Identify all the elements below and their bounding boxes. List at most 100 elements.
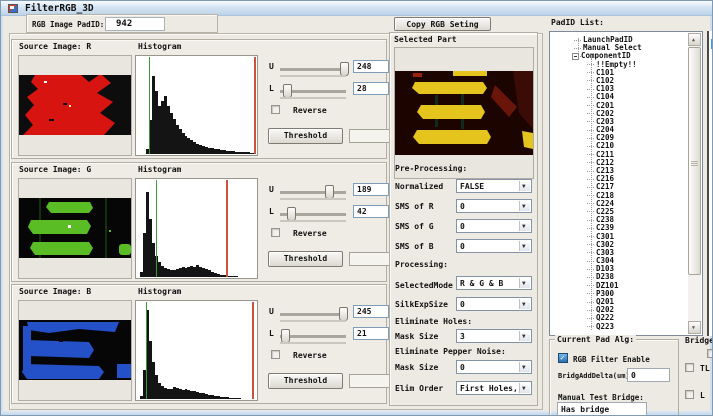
scrollbar-thumb[interactable] (688, 47, 701, 275)
tree-item[interactable]: C101 (550, 69, 687, 77)
scroll-down-icon[interactable] (688, 321, 701, 334)
tree-item[interactable]: C201 (550, 102, 687, 110)
source-image-r (18, 55, 132, 156)
tree-item[interactable]: C218 (550, 192, 687, 200)
selected-mode-dropdown[interactable]: R & G & B (456, 276, 532, 290)
bridge-add-delta-field[interactable]: 0 (627, 368, 670, 382)
pad-id-panel: RGB Image PadID: 942 (26, 14, 218, 33)
tree-item[interactable]: C209 (550, 134, 687, 142)
tree-item[interactable]: D103 (550, 265, 687, 273)
threshold-button[interactable]: Threshold (268, 128, 343, 144)
tree-item[interactable]: P300 (550, 290, 687, 298)
mask-size-holes-dropdown[interactable]: 3 (456, 329, 532, 343)
pad-id-value-field[interactable]: 942 (105, 17, 165, 31)
reverse-checkbox[interactable] (271, 228, 280, 237)
bridge-checkbox[interactable] (707, 349, 713, 358)
chevron-down-icon[interactable] (519, 181, 530, 191)
u-slider[interactable] (280, 68, 346, 71)
tree-item[interactable]: C103 (550, 85, 687, 93)
u-slider[interactable] (280, 313, 346, 316)
selected-part-label: Selected Part (394, 35, 457, 44)
u-slider-thumb[interactable] (325, 185, 334, 199)
chevron-down-icon[interactable] (519, 383, 530, 393)
chevron-down-icon[interactable] (519, 201, 530, 211)
l-slider[interactable] (280, 90, 346, 93)
l-slider-thumb[interactable] (281, 329, 290, 343)
l-slider[interactable] (280, 335, 346, 338)
sms-of-g-dropdown[interactable]: 0 (456, 219, 532, 233)
tree-item[interactable]: C202 (550, 110, 687, 118)
tree-item[interactable]: Q222 (550, 314, 687, 322)
rgb-filter-enable-checkbox[interactable] (558, 353, 568, 363)
tree-item[interactable]: C304 (550, 257, 687, 265)
tree-scrollbar[interactable] (688, 33, 701, 334)
tree-item[interactable]: C211 (550, 151, 687, 159)
normalized-value: FALSE (460, 182, 484, 191)
eliminate-pepper-title: Eliminate Pepper Noise: (395, 347, 506, 356)
u-label: U (269, 62, 274, 71)
tree-item[interactable]: !!Empty!! (550, 61, 687, 69)
mask-size-pepper-dropdown[interactable]: 0 (456, 360, 532, 374)
threshold-button[interactable]: Threshold (268, 373, 343, 389)
histogram-g (135, 178, 258, 279)
tree-item[interactable]: Q223 (550, 323, 687, 331)
tree-item[interactable]: C104 (550, 93, 687, 101)
u-label: U (269, 185, 274, 194)
u-value-field[interactable]: 248 (353, 60, 389, 73)
u-value-field[interactable]: 245 (353, 305, 389, 318)
l-slider-thumb[interactable] (283, 84, 292, 98)
tree-item[interactable]: C102 (550, 77, 687, 85)
l-value-field[interactable]: 21 (353, 327, 389, 340)
chevron-down-icon[interactable] (519, 331, 530, 341)
tl-checkbox[interactable] (685, 363, 694, 372)
tree-item[interactable]: C238 (550, 216, 687, 224)
threshold-button[interactable]: Threshold (268, 251, 343, 267)
l-slider[interactable] (280, 213, 346, 216)
tree-item[interactable]: C203 (550, 118, 687, 126)
l-value-field[interactable]: 28 (353, 82, 389, 95)
normalized-dropdown[interactable]: FALSE (456, 179, 532, 193)
tree-item[interactable]: C224 (550, 200, 687, 208)
channel-panel-g: Source Image: G Histogram U 189 (11, 162, 387, 282)
chevron-down-icon[interactable] (519, 278, 530, 288)
elim-order-dropdown[interactable]: First Holes, (456, 381, 532, 395)
tree-item[interactable]: C213 (550, 167, 687, 175)
l-value-field[interactable]: 42 (353, 205, 389, 218)
reverse-checkbox[interactable] (271, 350, 280, 359)
l-checkbox[interactable] (685, 390, 694, 399)
pad-id-tree[interactable]: LaunchPadIDManual SelectComponentID!!Emp… (549, 31, 703, 336)
tree-item[interactable]: C212 (550, 159, 687, 167)
tree-item[interactable]: C225 (550, 208, 687, 216)
sms-of-r-dropdown[interactable]: 0 (456, 199, 532, 213)
chevron-down-icon[interactable] (519, 221, 530, 231)
tree-item[interactable]: C217 (550, 183, 687, 191)
channel-panel-r: Source Image: R Histogram U 248 L (11, 39, 387, 159)
reverse-label: Reverse (293, 229, 327, 238)
tree-item[interactable]: Q201 (550, 298, 687, 306)
tree-item[interactable]: C210 (550, 142, 687, 150)
scroll-up-icon[interactable] (688, 33, 701, 46)
tree-item[interactable]: DZ101 (550, 282, 687, 290)
chevron-down-icon[interactable] (519, 241, 530, 251)
tree-item[interactable]: C239 (550, 224, 687, 232)
collapse-icon[interactable] (572, 53, 579, 60)
tree-item[interactable]: C301 (550, 233, 687, 241)
l-slider-thumb[interactable] (287, 207, 296, 221)
silk-exp-size-dropdown[interactable]: 0 (456, 297, 532, 311)
tree-item[interactable]: C216 (550, 175, 687, 183)
tree-item[interactable]: C303 (550, 249, 687, 257)
tree-item[interactable]: C204 (550, 126, 687, 134)
u-slider[interactable] (280, 191, 346, 194)
copy-rgb-setting-button[interactable]: Copy RGB Seting (394, 17, 491, 31)
tree-item[interactable]: Q202 (550, 306, 687, 314)
chevron-down-icon[interactable] (519, 299, 530, 309)
manual-test-bridge-field[interactable]: Has bridge (557, 402, 647, 416)
reverse-checkbox[interactable] (271, 105, 280, 114)
u-value-field[interactable]: 189 (353, 183, 389, 196)
u-slider-thumb[interactable] (339, 307, 348, 321)
chevron-down-icon[interactable] (519, 362, 530, 372)
channel-panel-b: Source Image: B Histogram U 245 L (11, 284, 387, 404)
u-slider-thumb[interactable] (340, 62, 349, 76)
sms-of-b-dropdown[interactable]: 0 (456, 239, 532, 253)
tree-item[interactable]: C302 (550, 241, 687, 249)
